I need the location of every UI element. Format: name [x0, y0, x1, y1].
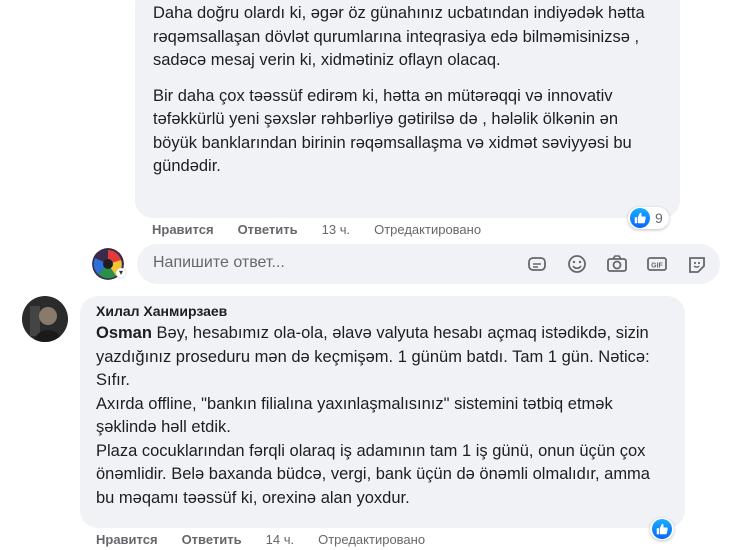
comment-bubble: Хилал Ханмирзаев Osman Bəy, hesabımız ol…: [80, 296, 685, 528]
reply-link[interactable]: Ответить: [238, 222, 298, 237]
gif-icon[interactable]: GIF: [646, 254, 668, 274]
comment-actions: Нравится Ответить 14 ч. Отредактировано: [96, 532, 425, 547]
comment-paragraph: Axırda offline, "bankın filialına yaxınl…: [96, 394, 613, 437]
timestamp[interactable]: 13 ч.: [322, 222, 350, 237]
comment-actions: Нравится Ответить 13 ч. Отредактировано: [152, 222, 481, 237]
reply-link[interactable]: Ответить: [182, 532, 242, 547]
timestamp[interactable]: 14 ч.: [266, 532, 294, 547]
edited-label[interactable]: Отредактировано: [318, 532, 425, 547]
reply-tools: GIF: [526, 254, 708, 274]
like-link[interactable]: Нравится: [152, 222, 214, 237]
like-reaction-icon: [630, 208, 650, 228]
comment-paragraph: Daha doğru olardı ki, əgər öz günahınız …: [153, 4, 645, 69]
edited-label[interactable]: Отредактировано: [374, 222, 481, 237]
like-reaction-icon: [652, 519, 672, 539]
emoji-icon[interactable]: [566, 254, 588, 274]
reply-input[interactable]: Напишите ответ... GIF: [137, 244, 720, 284]
comment-author[interactable]: Хилал Ханмирзаев: [96, 302, 671, 320]
reaction-summary[interactable]: 9: [628, 207, 669, 229]
chevron-down-icon[interactable]: ▾: [116, 268, 126, 278]
reply-placeholder: Напишите ответ...: [153, 254, 285, 271]
comment-paragraph: Osman Bəy, hesabımız ola-ola, əlavə valy…: [96, 322, 671, 393]
mention-link[interactable]: Osman: [96, 324, 152, 342]
comment-paragraph: Bir daha çox təəssüf edirəm ki, hətta ən…: [153, 86, 632, 176]
comment-text: Bəy, hesabımız ola-ola, əlavə valyuta he…: [96, 324, 650, 389]
comment-paragraph: Plaza cocuklarından fərqli olaraq iş ada…: [96, 441, 650, 507]
sticker-icon[interactable]: [526, 254, 548, 274]
smile-sticker-icon[interactable]: [686, 254, 708, 274]
reaction-count: 9: [655, 210, 663, 226]
camera-icon[interactable]: [606, 254, 628, 274]
reaction-summary[interactable]: [650, 518, 674, 540]
comment-bubble: Daha doğru olardı ki, əgər öz günahınız …: [135, 0, 680, 218]
author-avatar[interactable]: [22, 296, 68, 342]
svg-text:GIF: GIF: [651, 263, 663, 270]
like-link[interactable]: Нравится: [96, 532, 158, 547]
